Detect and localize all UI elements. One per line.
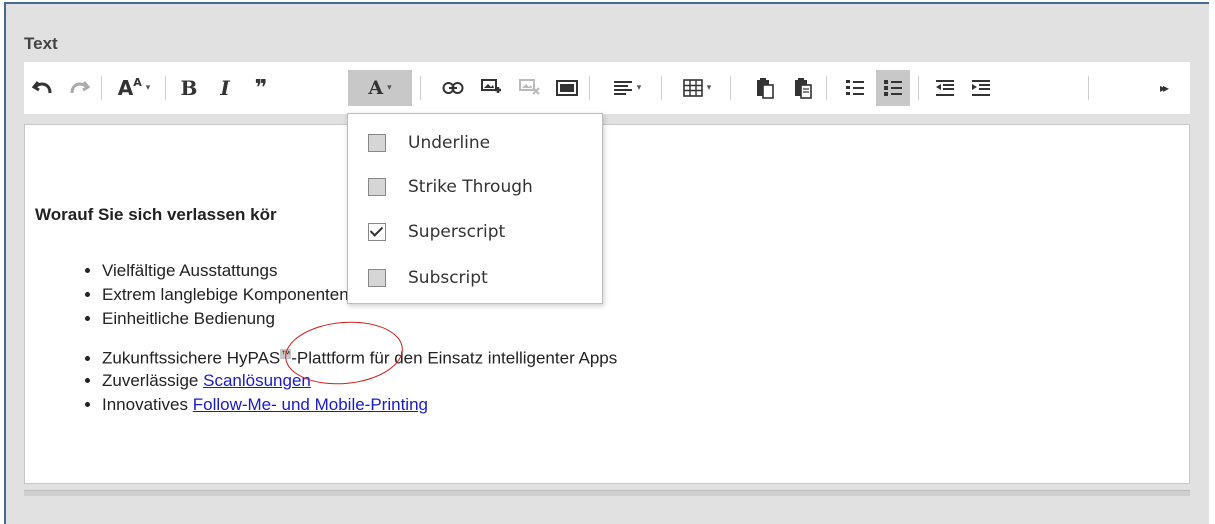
list-item: Innovatives Follow-Me- und Mobile-Printi… [102, 393, 617, 417]
toolbar-separator [918, 76, 919, 100]
indent-button[interactable] [966, 70, 996, 106]
content-heading: Worauf Sie sich verlassen kör [35, 205, 277, 224]
more-options-button[interactable]: ▸▸ [1148, 70, 1178, 106]
dropdown-item-label: Superscript [408, 222, 506, 242]
image-add-icon [481, 79, 501, 93]
align-button[interactable]: ▾ [602, 70, 652, 106]
media-icon [556, 80, 578, 96]
editor-content[interactable]: Worauf Sie sich verlassen kör Vielfältig… [24, 124, 1190, 484]
dropdown-item-label: Subscript [408, 268, 488, 288]
redo-icon [70, 81, 90, 94]
outdent-button[interactable] [930, 70, 960, 106]
list-item-text: Extrem langlebige Komponenten [102, 285, 349, 304]
paste-text-icon [795, 78, 812, 99]
undo-icon [32, 81, 52, 94]
dropdown-item-label: Underline [408, 133, 491, 153]
toolbar-separator [165, 76, 166, 100]
paste-button[interactable] [750, 70, 780, 106]
numbered-list-icon [846, 80, 864, 95]
text-format-dropdown: Underline Strike Through Superscript Sub… [347, 113, 603, 304]
link-icon [442, 82, 464, 94]
toolbar-separator [589, 76, 590, 100]
insert-image-button[interactable] [476, 70, 506, 106]
toolbar-separator [730, 76, 731, 100]
text-format-icon: A [368, 77, 384, 99]
insert-media-button[interactable] [552, 70, 582, 106]
toolbar-separator [101, 76, 102, 100]
indent-icon [972, 80, 990, 96]
table-button[interactable]: ▾ [672, 70, 722, 106]
outdent-icon [936, 80, 954, 96]
chevron-down-icon: ▾ [145, 83, 151, 93]
checkbox-icon[interactable] [368, 134, 386, 152]
blockquote-button[interactable]: ❞ [246, 70, 276, 106]
insert-link-button[interactable] [438, 70, 468, 106]
editor-resize-bar[interactable] [24, 490, 1190, 496]
italic-icon: I [220, 76, 230, 100]
field-label: Text [24, 34, 58, 53]
double-chevron-right-icon: ▸▸ [1159, 81, 1169, 95]
dropdown-item-label: Strike Through [408, 177, 533, 197]
chevron-down-icon: ▾ [706, 83, 712, 93]
font-size-sup-glyph: A [133, 76, 142, 89]
toolbar-separator [661, 76, 662, 100]
image-remove-icon [519, 79, 540, 95]
follow-me-printing-link[interactable]: Follow-Me- und Mobile-Printing [193, 395, 428, 414]
toolbar-separator [1088, 76, 1089, 100]
bullet-list-button[interactable] [876, 70, 910, 106]
dropdown-item-superscript[interactable]: Superscript [348, 212, 602, 252]
chevron-down-icon: ▾ [636, 83, 642, 93]
numbered-list-button[interactable] [840, 70, 870, 106]
list-item-text: Zuverlässige [102, 371, 204, 390]
chevron-down-icon: ▾ [387, 83, 392, 93]
quote-icon: ❞ [254, 75, 268, 101]
dropdown-item-subscript[interactable]: Subscript [348, 258, 602, 298]
table-icon [682, 79, 703, 97]
editor-toolbar: AA ▾ B I ❞ A ▾ ▾ ▾ ▸▸ [24, 62, 1190, 114]
dropdown-item-strike-through[interactable]: Strike Through [348, 167, 602, 207]
italic-button[interactable]: I [210, 70, 240, 106]
checkbox-icon[interactable] [368, 269, 386, 287]
toolbar-separator [826, 76, 827, 100]
redo-button[interactable] [64, 70, 94, 106]
bold-icon: B [180, 76, 198, 100]
bullet-list-icon [884, 80, 902, 96]
text-format-button[interactable]: A ▾ [348, 70, 412, 106]
dropdown-item-underline[interactable]: Underline [348, 123, 602, 163]
bold-button[interactable]: B [174, 70, 204, 106]
font-size-glyph: A [117, 76, 134, 100]
align-left-icon [613, 81, 632, 95]
paste-icon [757, 78, 774, 99]
list-item-text: Zukunftssichere HyPAS [102, 348, 281, 368]
list-item-text: Vielfältige Ausstattungs [102, 261, 278, 280]
paste-text-button[interactable] [788, 70, 818, 106]
font-size-icon: AA [118, 76, 142, 100]
undo-button[interactable] [28, 70, 58, 106]
list-item-text: Innovatives [102, 395, 193, 414]
list-item-text: Einheitliche Bedienung [102, 309, 275, 328]
checkbox-icon[interactable] [368, 178, 386, 196]
checkbox-icon[interactable] [368, 223, 386, 241]
toolbar-separator [420, 76, 421, 100]
font-size-button[interactable]: AA ▾ [110, 70, 158, 106]
remove-image-button[interactable] [514, 70, 544, 106]
